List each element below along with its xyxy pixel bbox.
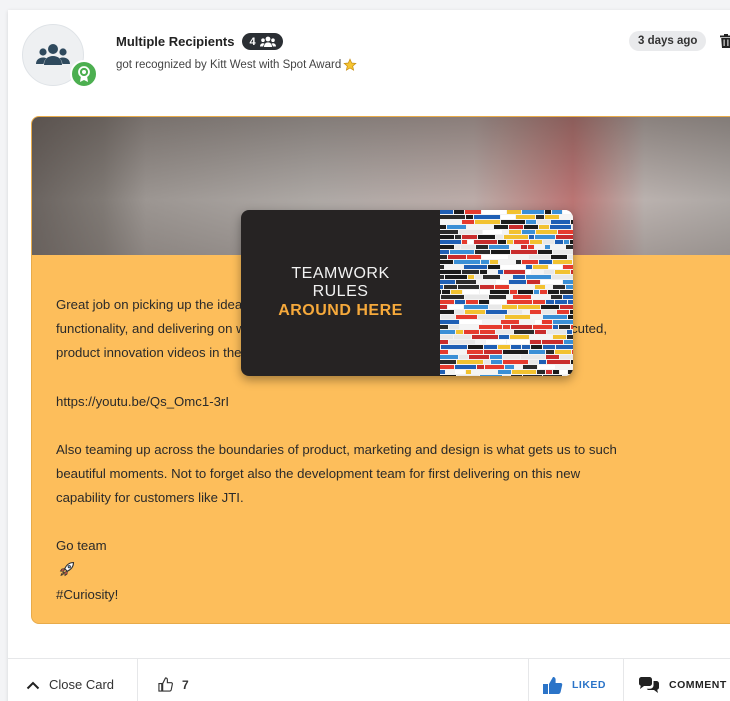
award-panel: Great job on picking up the idea to crea… (31, 116, 730, 624)
liked-label: LIKED (572, 678, 606, 691)
card-footer: Close Card 7 LIKED COMMENT (8, 658, 730, 701)
title-row: Multiple Recipients 4 (116, 33, 283, 50)
like-count[interactable]: 7 (138, 659, 198, 701)
comments-icon (639, 676, 659, 693)
chevron-up-icon (26, 681, 40, 689)
thumbs-up-outline-icon (158, 677, 173, 692)
go-team-text: Go team (56, 538, 107, 554)
rocket-icon (59, 561, 75, 576)
trash-icon (720, 34, 730, 48)
recipients-title[interactable]: Multiple Recipients (116, 34, 234, 49)
star-icon (343, 58, 357, 71)
close-card-label: Close Card (49, 677, 115, 692)
comment-button[interactable]: COMMENT (638, 659, 727, 701)
ribbon-award-icon (78, 66, 90, 82)
like-count-value: 7 (182, 677, 189, 692)
time-ago-badge: 3 days ago (629, 31, 707, 51)
message-paragraph: Also teaming up across the boundaries of… (56, 441, 617, 506)
hashtag[interactable]: #Curiosity! (56, 583, 716, 607)
award-line-2: RULES (312, 283, 369, 300)
award-line-3: AROUND HERE (278, 302, 403, 319)
brick-pattern (431, 210, 573, 376)
comment-label: COMMENT (669, 678, 727, 691)
award-image-card: TEAMWORK RULES AROUND HERE (241, 210, 573, 376)
recipient-count: 4 (249, 35, 256, 48)
liked-button[interactable]: LIKED (528, 659, 624, 701)
award-text-panel: TEAMWORK RULES AROUND HERE (241, 210, 440, 376)
award-line-1: TEAMWORK (291, 265, 390, 282)
subtitle-text: got recognized by Kitt West with Spot Aw… (116, 59, 342, 71)
recognition-card: Multiple Recipients 4 got recognized by … (8, 10, 730, 701)
award-pattern-image (431, 210, 573, 376)
group-icon (36, 44, 70, 65)
people-icon (259, 36, 276, 47)
recognition-subtitle: got recognized by Kitt West with Spot Aw… (116, 58, 357, 72)
delete-button[interactable] (720, 34, 730, 53)
close-card-button[interactable]: Close Card (8, 659, 138, 701)
message-link[interactable]: https://youtu.be/Qs_Omc1-3rI (56, 390, 716, 414)
thumbs-up-icon (543, 676, 563, 694)
message-paragraph: Go team (56, 534, 716, 582)
award-badge (70, 60, 98, 88)
recipient-count-badge[interactable]: 4 (242, 33, 283, 50)
